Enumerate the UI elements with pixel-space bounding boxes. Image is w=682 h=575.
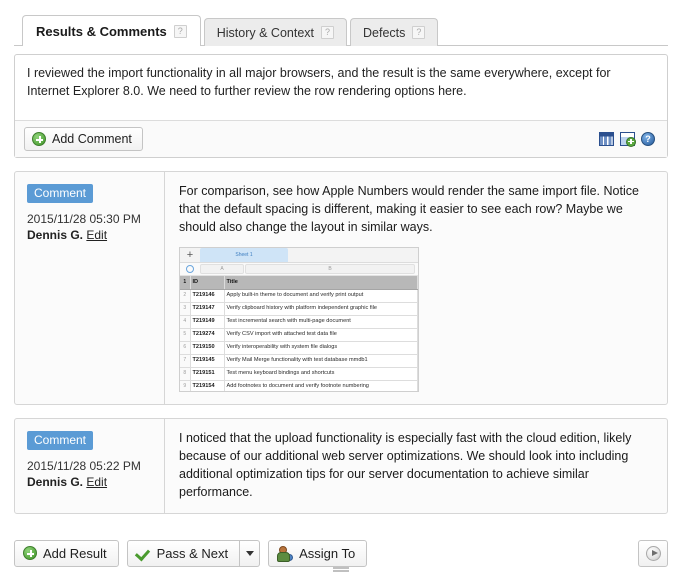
editor-toolbar: Add Comment ? — [15, 121, 667, 157]
cell-title: Add footnotes to document and verify foo… — [224, 380, 418, 392]
pass-next-button[interactable]: Pass & Next — [126, 539, 241, 567]
spreadsheet-table: 1 ID Title 2 T219146 Apply built-in them… — [180, 276, 418, 392]
help-icon[interactable]: ? — [412, 26, 426, 39]
cell-id: T219149 — [190, 315, 225, 329]
row-number: 3 — [180, 302, 191, 316]
cell-title: Verify clipboard history with platform i… — [224, 302, 418, 316]
column-header-id: ID — [190, 276, 225, 290]
row-number: 6 — [180, 341, 191, 355]
comment-input[interactable]: I reviewed the import functionality in a… — [15, 55, 667, 121]
add-comment-button[interactable]: Add Comment — [24, 127, 143, 151]
edit-comment-link[interactable]: Edit — [86, 228, 107, 242]
pass-next-split-button: Pass & Next — [126, 539, 261, 567]
comment-author: Dennis G. Edit — [27, 228, 154, 242]
edit-comment-link[interactable]: Edit — [86, 475, 107, 489]
comment-editor-panel: I reviewed the import functionality in a… — [14, 54, 668, 572]
cell-id: T219274 — [190, 328, 225, 342]
cell-title: Apply built-in theme to document and ver… — [224, 289, 418, 303]
pass-next-dropdown-button[interactable] — [240, 539, 261, 567]
cell-id: T219154 — [190, 380, 225, 392]
help-icon[interactable]: ? — [173, 24, 187, 38]
assign-to-label: Assign To — [299, 545, 356, 561]
attachment-spreadsheet-screenshot[interactable]: + Sheet 1 A B 1 ID Title 2 T219146 Apply… — [179, 247, 419, 393]
cell-title: Test menu keyboard bindings and shortcut… — [224, 367, 418, 381]
cell-id: T219146 — [190, 289, 225, 303]
tab-defects-label: Defects — [363, 25, 406, 40]
cell-title: Verify CSV import with attached test dat… — [224, 328, 418, 342]
cell-title: Test incremental search with multi-page … — [224, 315, 418, 329]
add-result-label: Add Result — [43, 545, 107, 561]
table-header-row: 1 ID Title — [180, 276, 418, 290]
tab-history-context[interactable]: History & Context ? — [203, 18, 348, 46]
comment-author-name: Dennis G. — [27, 228, 84, 242]
attach-image-icon[interactable] — [620, 132, 636, 147]
add-sheet-icon: + — [186, 249, 194, 262]
spreadsheet-column-header: A B — [180, 263, 418, 277]
editor-tool-icons: ? — [599, 132, 658, 147]
chevron-down-icon — [245, 550, 254, 556]
help-icon[interactable]: ? — [321, 26, 335, 39]
comment-body: I noticed that the upload functionality … — [165, 419, 667, 513]
tab-bar: Results & Comments ? History & Context ?… — [0, 0, 682, 47]
sheet-tab: Sheet 1 — [200, 248, 288, 263]
row-number: 8 — [180, 367, 191, 381]
person-icon — [277, 545, 294, 562]
table-row: 5 T219274 Verify CSV import with attache… — [180, 328, 418, 342]
cell-id: T219150 — [190, 341, 225, 355]
next-arrow-icon — [645, 545, 661, 561]
table-row: 7 T219145 Verify Mail Merge functionalit… — [180, 354, 418, 368]
comment-meta: Comment 2015/11/28 05:22 PM Dennis G. Ed… — [15, 419, 165, 514]
pass-next-label: Pass & Next — [156, 545, 229, 561]
comment-text: I noticed that the upload functionality … — [179, 431, 632, 499]
insert-table-icon[interactable] — [599, 132, 614, 146]
row-number: 7 — [180, 354, 191, 368]
tab-history-context-label: History & Context — [216, 25, 315, 40]
comment-text: For comparison, see how Apple Numbers wo… — [179, 184, 639, 234]
comment-timestamp: 2015/11/28 05:22 PM — [27, 459, 141, 474]
table-row: 3 T219147 Verify clipboard history with … — [180, 302, 418, 316]
table-row: 2 T219146 Apply built-in theme to docume… — [180, 289, 418, 303]
add-comment-label: Add Comment — [52, 132, 132, 146]
plus-circle-icon — [23, 546, 37, 560]
comment-item: Comment 2015/11/28 05:30 PM Dennis G. Ed… — [14, 171, 668, 406]
comment-body: For comparison, see how Apple Numbers wo… — [165, 172, 667, 404]
column-letter-b: B — [245, 264, 415, 275]
row-number: 5 — [180, 328, 191, 342]
assign-to-button[interactable]: Assign To — [268, 539, 368, 567]
tab-defects[interactable]: Defects ? — [350, 18, 439, 46]
row-number: 9 — [180, 380, 191, 392]
status-badge: Comment — [27, 184, 94, 203]
table-row: 9 T219154 Add footnotes to document and … — [180, 380, 418, 392]
column-letter-a: A — [200, 264, 244, 275]
tab-results-comments-label: Results & Comments — [36, 23, 167, 39]
select-all-icon — [180, 265, 200, 274]
comment-author-name: Dennis G. — [27, 475, 84, 490]
status-badge: Comment — [27, 431, 94, 451]
action-bar: Add Result Pass & Next Assign To — [0, 531, 682, 575]
plus-circle-icon — [32, 132, 46, 146]
add-result-button[interactable]: Add Result — [14, 539, 119, 567]
cell-id: T219151 — [190, 367, 225, 381]
comment-item: Comment 2015/11/28 05:22 PM Dennis G. Ed… — [14, 418, 668, 515]
help-icon[interactable]: ? — [641, 132, 655, 146]
comment-meta: Comment 2015/11/28 05:30 PM Dennis G. Ed… — [15, 172, 165, 405]
cell-title: Verify interoperability with system file… — [224, 341, 418, 355]
table-row: 4 T219149 Test incremental search with m… — [180, 315, 418, 329]
comment-timestamp: 2015/11/28 05:30 PM — [27, 212, 141, 226]
cell-title: Verify Mail Merge functionality with tes… — [224, 354, 418, 368]
table-row: 8 T219151 Test menu keyboard bindings an… — [180, 367, 418, 381]
row-number: 1 — [180, 276, 191, 290]
row-number: 4 — [180, 315, 191, 329]
checkmark-icon — [136, 546, 151, 560]
next-button[interactable] — [638, 539, 668, 567]
comment-author: Dennis G. Edit — [27, 475, 154, 489]
table-row: 6 T219150 Verify interoperability with s… — [180, 341, 418, 355]
tab-results-comments[interactable]: Results & Comments ? — [22, 15, 201, 47]
row-number: 2 — [180, 289, 191, 303]
spreadsheet-toolbar: + Sheet 1 — [180, 248, 418, 264]
cell-id: T219145 — [190, 354, 225, 368]
spreadsheet-body: 1 ID Title 2 T219146 Apply built-in them… — [180, 276, 418, 392]
column-header-title: Title — [224, 276, 418, 290]
cell-id: T219147 — [190, 302, 225, 316]
